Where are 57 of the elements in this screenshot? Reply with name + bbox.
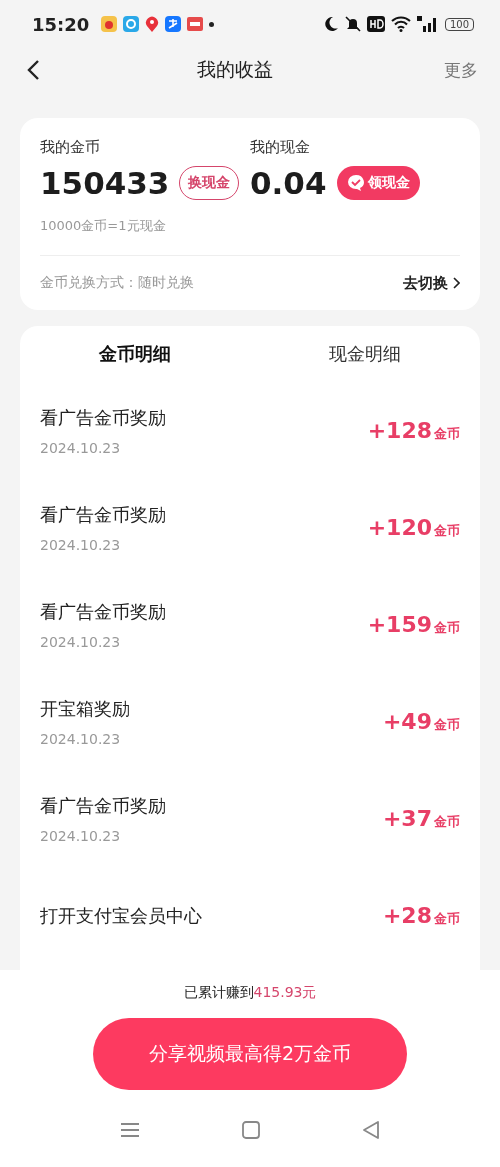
record-unit: 金币 xyxy=(434,812,460,831)
record-amount: +49 xyxy=(382,709,432,734)
more-link[interactable]: 更多 xyxy=(444,58,478,82)
app-icon xyxy=(187,17,204,31)
record-unit: 金币 xyxy=(434,521,460,540)
record-title: 看广告金币奖励 xyxy=(40,793,167,818)
record-date: 2024.10.23 xyxy=(40,827,122,844)
tab[interactable]: 金币明细 xyxy=(20,342,250,366)
earned-total: 已累计赚到415.93元 xyxy=(183,984,317,1000)
record-unit: 金币 xyxy=(434,424,460,443)
coins-value: 150433 xyxy=(40,165,170,201)
tab[interactable]: 现金明细 xyxy=(250,342,480,366)
record-title: 打开支付宝会员中心 xyxy=(40,903,203,928)
record-amount: +159 xyxy=(367,612,432,637)
record-date: 2024.10.23 xyxy=(40,439,122,456)
coins-label: 我的金币 xyxy=(40,138,101,157)
app-icon xyxy=(123,16,140,32)
page-title: 我的收益 xyxy=(197,57,273,82)
status-time: 15:20 xyxy=(32,13,90,35)
menu-icon[interactable] xyxy=(120,1122,140,1138)
bell-off-icon xyxy=(344,16,361,32)
app-icon xyxy=(101,16,118,32)
record-title: 看广告金币奖励 xyxy=(40,599,167,624)
moon-icon xyxy=(322,16,339,32)
location-pin-icon xyxy=(145,16,160,32)
record-unit: 金币 xyxy=(434,618,460,637)
withdraw-button[interactable]: 领现金 xyxy=(336,166,420,200)
switch-link[interactable]: 去切换 xyxy=(403,273,448,293)
cash-value: 0.04 xyxy=(250,165,327,201)
app-icon xyxy=(165,16,182,32)
wifi-icon xyxy=(390,16,411,32)
record-title: 开宝箱奖励 xyxy=(40,696,131,721)
record-unit: 金币 xyxy=(434,909,460,928)
exchange-rate: 10000金币=1元现金 xyxy=(40,217,460,256)
record-amount: +128 xyxy=(367,418,432,443)
cash-label: 我的现金 xyxy=(250,138,311,157)
record-date: 2024.10.23 xyxy=(40,536,122,553)
notification-dot xyxy=(209,21,215,27)
record-title: 看广告金币奖励 xyxy=(40,502,167,527)
share-button[interactable]: 分享视频最高得2万金币 xyxy=(93,1018,407,1090)
exchange-mode: 金币兑换方式：随时兑换 xyxy=(40,274,195,292)
record-date: 2024.10.23 xyxy=(40,730,122,747)
record-unit: 金币 xyxy=(434,715,460,734)
record-amount: +37 xyxy=(382,806,432,831)
signal-icon xyxy=(416,16,439,32)
back-icon[interactable] xyxy=(26,59,40,81)
home-icon[interactable] xyxy=(242,1121,260,1139)
chevron-right-icon[interactable] xyxy=(452,277,460,289)
record-amount: +28 xyxy=(382,903,432,928)
chat-check-icon xyxy=(346,174,365,192)
back-triangle-icon[interactable] xyxy=(362,1120,380,1140)
record-date: 2024.10.23 xyxy=(40,633,122,650)
battery-level: 100 xyxy=(444,17,474,31)
record-amount: +120 xyxy=(367,515,432,540)
hd-icon xyxy=(366,16,385,32)
record-title: 看广告金币奖励 xyxy=(40,405,167,430)
exchange-button[interactable]: 换现金 xyxy=(179,166,240,200)
